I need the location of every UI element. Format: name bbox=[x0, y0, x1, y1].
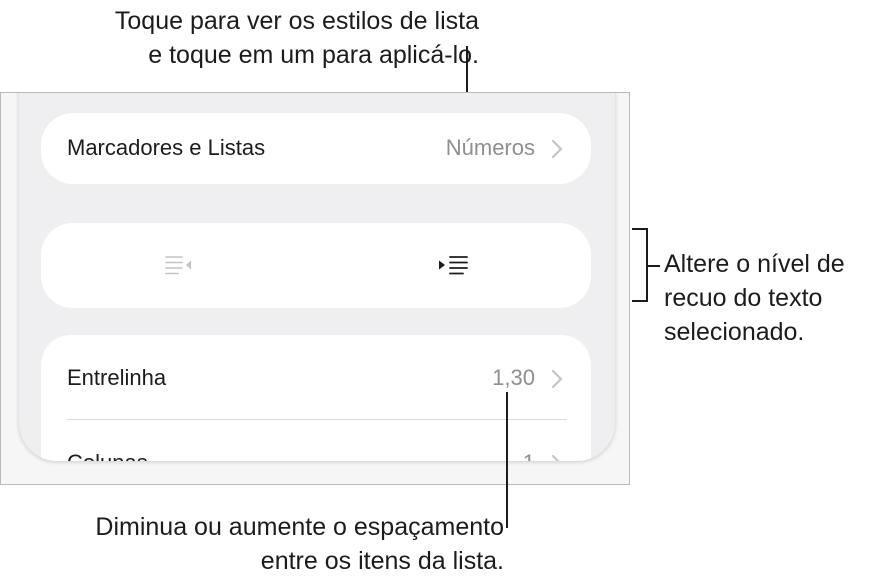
list-style-value: Números bbox=[445, 135, 535, 160]
bullets-and-lists-row[interactable]: Marcadores e Listas Números bbox=[41, 113, 591, 184]
decrease-indent-icon bbox=[164, 255, 191, 274]
frame-bottom-strip bbox=[1, 470, 629, 484]
chevron-right-icon bbox=[551, 454, 560, 461]
columns-value: 1 bbox=[523, 450, 535, 461]
callout-line: entre os itens da lista. bbox=[260, 547, 504, 575]
increase-indent-icon bbox=[438, 255, 468, 274]
columns-row[interactable]: Colunas 1 bbox=[41, 420, 591, 461]
chevron-right-icon bbox=[551, 369, 563, 389]
increase-indent-button[interactable] bbox=[316, 223, 591, 308]
chevron-right-icon bbox=[551, 139, 563, 159]
callout-line: recuo do texto bbox=[664, 284, 823, 312]
callout-line: Toque para ver os estilos de lista bbox=[114, 7, 479, 35]
leader-line-bottom bbox=[506, 392, 508, 528]
callout-line-spacing: Diminua ou aumente o espaçamento entre o… bbox=[95, 510, 504, 578]
indent-controls-row bbox=[41, 223, 591, 308]
callout-indent-level: Altere o nível de recuo do texto selecio… bbox=[664, 247, 845, 349]
bracket-bottom bbox=[632, 300, 648, 302]
bracket-top bbox=[632, 228, 648, 230]
columns-label: Colunas bbox=[67, 450, 148, 461]
line-spacing-value: 1,30 bbox=[492, 365, 535, 390]
format-panel: Marcadores e Listas Números Entrelinha 1… bbox=[19, 93, 615, 461]
callout-line: Diminua ou aumente o espaçamento bbox=[95, 513, 504, 541]
callout-line: selecionado. bbox=[664, 318, 805, 346]
spacing-columns-card: Entrelinha 1,30 Colunas 1 bbox=[41, 335, 591, 461]
callout-bullets-and-lists: Toque para ver os estilos de lista e toq… bbox=[115, 4, 479, 72]
line-spacing-label: Entrelinha bbox=[67, 365, 167, 390]
line-spacing-row[interactable]: Entrelinha 1,30 bbox=[41, 335, 591, 419]
bracket-connector bbox=[648, 265, 660, 267]
decrease-indent-button[interactable] bbox=[41, 223, 316, 308]
screenshot-frame: Marcadores e Listas Números Entrelinha 1… bbox=[0, 92, 630, 485]
bullets-and-lists-label: Marcadores e Listas bbox=[67, 135, 266, 160]
callout-line: Altere o nível de bbox=[664, 250, 845, 278]
callout-line: e toque em um para aplicá-lo. bbox=[148, 41, 479, 69]
